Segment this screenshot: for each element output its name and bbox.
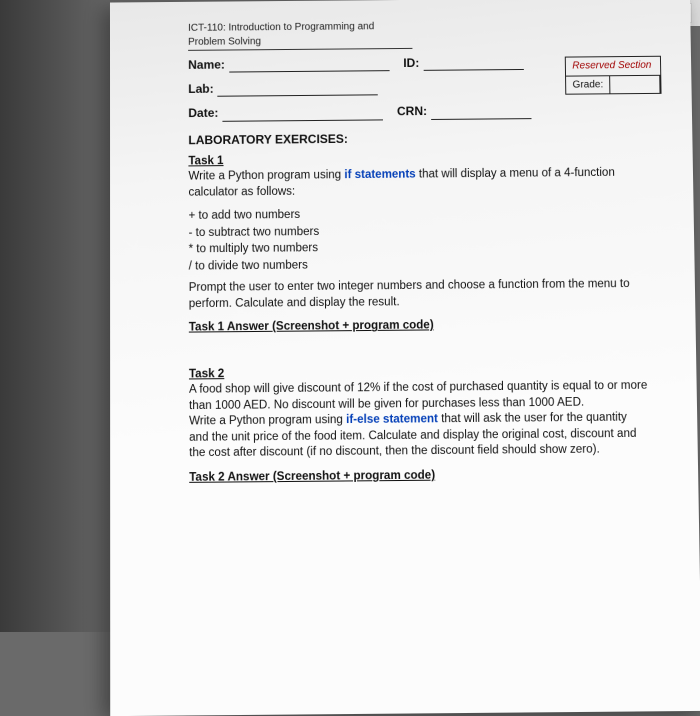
- task1-block: Task 1 Write a Python program using if s…: [188, 150, 645, 201]
- label-crn: CRN:: [397, 103, 427, 120]
- keyword-if: if statements: [344, 169, 415, 182]
- task1-prompt: Prompt the user to enter two integer num…: [189, 277, 647, 313]
- label-date: Date:: [188, 105, 218, 122]
- lab-exercises-heading: LABORATORY EXERCISES:: [188, 128, 664, 148]
- task1-answer-label: Task 1 Answer (Screenshot + program code…: [189, 317, 668, 337]
- blank-id: [423, 58, 523, 71]
- task2-p2a: Write a Python program using: [189, 414, 346, 428]
- op-div: / to divide two numbers: [189, 255, 667, 275]
- page-shadow: [0, 0, 120, 632]
- blank-lab: [218, 84, 378, 97]
- document-page: ICT-110: Introduction to Programming and…: [110, 0, 700, 716]
- reserved-header: Reserved Section: [566, 57, 660, 76]
- reserved-section-box: Reserved Section Grade:: [565, 56, 661, 95]
- label-id: ID:: [403, 55, 419, 71]
- label-lab: Lab:: [188, 81, 213, 97]
- task2-p1: A food shop will give discount of 12% if…: [189, 380, 647, 412]
- grade-label: Grade:: [566, 76, 610, 94]
- blank-crn: [431, 107, 531, 120]
- blank-date: [222, 108, 383, 121]
- task2-block: Task 2 A food shop will give discount of…: [189, 363, 649, 462]
- label-name: Name:: [188, 57, 225, 74]
- operator-list: + to add two numbers - to subtract two n…: [189, 205, 667, 275]
- grade-value: [610, 75, 660, 93]
- task2-head: Task 2: [189, 368, 224, 381]
- keyword-ifelse: if-else statement: [346, 414, 438, 427]
- task2-answer-label: Task 2 Answer (Screenshot + program code…: [189, 466, 670, 486]
- course-title: ICT-110: Introduction to Programming and…: [188, 20, 412, 51]
- row-date-crn: Date: CRN:: [188, 101, 664, 121]
- task1-head: Task 1: [188, 155, 223, 167]
- task1-text-a: Write a Python program using: [188, 169, 344, 182]
- blank-name: [229, 59, 389, 72]
